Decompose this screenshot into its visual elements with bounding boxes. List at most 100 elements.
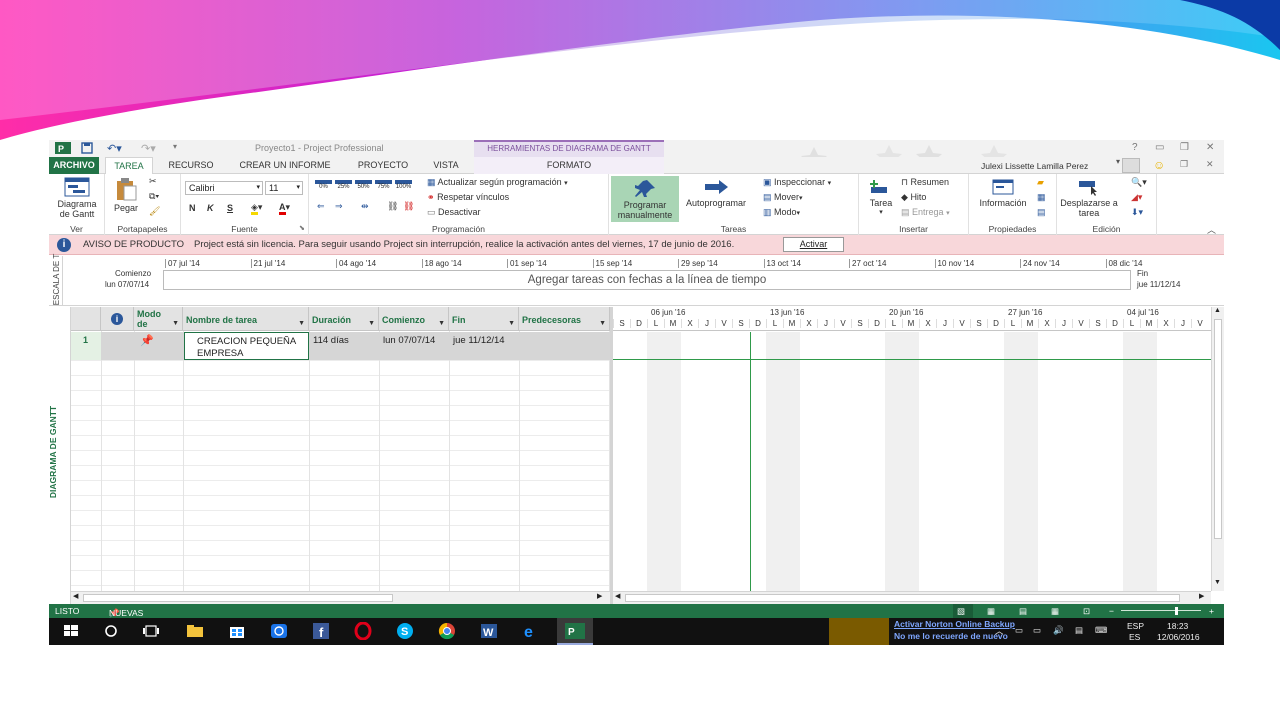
tab-proyecto[interactable]: PROYECTO xyxy=(349,157,417,174)
report-shortcut-icon[interactable]: ⊡ xyxy=(1083,606,1090,617)
avatar[interactable] xyxy=(1122,158,1140,173)
add-to-timeline-icon[interactable]: ▤ xyxy=(1037,207,1046,218)
grid-horizontal-scrollbar[interactable]: ◀ ▶ xyxy=(71,591,610,604)
italic-button[interactable]: K xyxy=(207,203,214,213)
header-comienzo[interactable]: Comienzo ▼ xyxy=(379,307,449,331)
header-predecesoras[interactable]: Predecesoras ▼ xyxy=(519,307,610,331)
clock-date[interactable]: 12/06/2016 xyxy=(1157,632,1200,642)
font-size-select[interactable]: 11 ▾ xyxy=(265,181,303,195)
select-all-cell[interactable] xyxy=(71,307,101,331)
undo-icon[interactable]: ↶▾ xyxy=(107,142,122,155)
gantt-view-button[interactable]: Diagrama de Gantt xyxy=(52,177,102,219)
row-number[interactable]: 1 xyxy=(71,332,101,360)
skype-icon[interactable]: S xyxy=(395,622,415,640)
smiley-icon[interactable]: ☺ xyxy=(1153,158,1165,172)
windows-start-icon[interactable] xyxy=(61,622,81,640)
show-hidden-icons-icon[interactable]: ︿ xyxy=(995,625,1004,637)
vertical-scrollbar[interactable]: ▲ ▼ xyxy=(1211,307,1224,591)
resource-sheet-shortcut-icon[interactable]: ▦ xyxy=(1051,606,1059,617)
filter-dropdown-icon[interactable]: ▼ xyxy=(368,320,375,327)
filter-dropdown-icon[interactable]: ▼ xyxy=(599,320,606,327)
header-fin[interactable]: Fin ▼ xyxy=(449,307,519,331)
word-icon[interactable]: W xyxy=(479,622,499,640)
file-explorer-icon[interactable] xyxy=(185,622,205,640)
gantt-view-shortcut-icon[interactable]: ▧ xyxy=(957,606,965,617)
pct-75-button[interactable]: 75% xyxy=(375,180,392,190)
manual-schedule-button[interactable]: Programar manualmente xyxy=(611,176,679,222)
restore-icon[interactable]: ❐ xyxy=(1180,142,1189,153)
inspect-button[interactable]: ▣ Inspeccionar ▾ xyxy=(763,177,831,188)
grid-scroll-thumb[interactable] xyxy=(83,594,393,602)
deactivate-button[interactable]: ▭ Desactivar xyxy=(427,207,481,218)
team-planner-shortcut-icon[interactable]: ▤ xyxy=(1019,606,1027,617)
auto-schedule-button[interactable]: Autoprogramar xyxy=(679,178,753,208)
filter-dropdown-icon[interactable]: ▼ xyxy=(508,320,515,327)
deliverable-button[interactable]: ▤ Entrega ▾ xyxy=(901,207,950,218)
keyboard-icon[interactable]: ⌨ xyxy=(1095,625,1107,636)
network-icon[interactable]: ▭ xyxy=(1015,625,1023,636)
duration-cell[interactable]: 114 días xyxy=(310,332,379,350)
project-taskbar-button[interactable]: P xyxy=(557,618,593,645)
chrome-icon[interactable] xyxy=(437,622,457,640)
header-info[interactable]: i xyxy=(101,307,134,331)
redo-icon[interactable]: ↷▾ xyxy=(141,142,156,155)
header-modo[interactable]: Modo de ▼ xyxy=(134,307,183,331)
tab-archivo[interactable]: ARCHIVO xyxy=(49,157,99,174)
input-language[interactable]: ESP xyxy=(1127,621,1144,631)
zoom-in-icon[interactable]: + xyxy=(1209,606,1214,616)
timeline-side-tab[interactable]: ESCALA DE T xyxy=(49,254,63,306)
filter-dropdown-icon[interactable]: ▼ xyxy=(298,320,305,327)
clock-time[interactable]: 18:23 xyxy=(1167,621,1188,631)
notes-icon[interactable]: ▰ xyxy=(1037,177,1044,188)
action-center-icon[interactable]: ▤ xyxy=(1075,625,1083,636)
chart-scroll-thumb[interactable] xyxy=(625,594,1180,602)
mode-button[interactable]: ▥ Modo▾ xyxy=(763,207,800,218)
tab-vista[interactable]: VISTA xyxy=(425,157,467,174)
paste-button[interactable]: Pegar xyxy=(110,177,142,213)
facebook-icon[interactable]: f xyxy=(311,622,331,640)
scroll-to-task-button[interactable]: Desplazarse a tarea xyxy=(1059,178,1119,218)
zoom-slider[interactable] xyxy=(1121,610,1201,611)
respect-links-button[interactable]: ⚭ Respetar vínculos xyxy=(427,192,509,203)
scroll-left-icon[interactable]: ◀ xyxy=(73,592,78,600)
timeline-bar[interactable]: Agregar tareas con fechas a la línea de … xyxy=(163,270,1131,290)
milestone-button[interactable]: ◆ Hito xyxy=(901,192,926,203)
save-icon[interactable] xyxy=(81,142,93,157)
cut-icon[interactable]: ✂ xyxy=(149,176,157,187)
zoom-out-icon[interactable]: − xyxy=(1109,606,1114,616)
highlight-color-icon[interactable]: ◈▾ xyxy=(251,202,262,215)
pct-25-button[interactable]: 25% xyxy=(335,180,352,190)
update-schedule-button[interactable]: ▦ Actualizar según programación ▾ xyxy=(427,177,568,188)
filter-dropdown-icon[interactable]: ▼ xyxy=(438,320,445,327)
task-name-cell[interactable]: CREACION PEQUEÑA EMPRESA xyxy=(184,332,309,360)
header-nombre[interactable]: Nombre de tarea ▼ xyxy=(183,307,309,331)
pct-50-button[interactable]: 50% xyxy=(355,180,372,190)
tab-crear-informe[interactable]: CREAR UN INFORME xyxy=(230,157,340,174)
battery-icon[interactable]: ▭ xyxy=(1033,625,1041,636)
predecessors-cell[interactable] xyxy=(520,332,609,338)
photos-icon[interactable] xyxy=(269,622,289,640)
underline-button[interactable]: S xyxy=(227,203,233,213)
chevron-down-icon[interactable]: ▾ xyxy=(1116,157,1120,166)
close-icon[interactable]: ✕ xyxy=(1206,142,1214,153)
norton-notification-dismiss[interactable]: No me lo recuerde de nuevo xyxy=(894,631,1008,641)
scroll-left-icon[interactable]: ◀ xyxy=(615,592,620,600)
vertical-scroll-thumb[interactable] xyxy=(1214,319,1222,539)
unlink-tasks-icon[interactable]: ⛓ xyxy=(403,201,414,212)
tab-formato[interactable]: FORMATO xyxy=(474,157,664,174)
font-color-icon[interactable]: A▾ xyxy=(279,202,290,215)
pct-0-button[interactable]: 0% xyxy=(315,180,332,190)
volume-icon[interactable]: 🔊 xyxy=(1053,625,1064,636)
input-language-short[interactable]: ES xyxy=(1129,632,1140,642)
close-doc-icon[interactable]: ✕ xyxy=(1206,159,1214,170)
font-family-select[interactable]: Calibri ▾ xyxy=(185,181,263,195)
bold-button[interactable]: N xyxy=(189,203,196,213)
view-side-tab[interactable]: DIAGRAMA DE GANTT xyxy=(49,307,71,604)
format-painter-icon[interactable]: 🖌 xyxy=(149,206,160,217)
chart-horizontal-scrollbar[interactable]: ◀ ▶ xyxy=(613,591,1211,604)
help-icon[interactable]: ? xyxy=(1132,142,1138,153)
filter-dropdown-icon[interactable]: ▼ xyxy=(172,320,179,327)
pct-100-button[interactable]: 100% xyxy=(395,180,412,190)
task-mode-cell[interactable]: 📌 xyxy=(137,332,183,351)
norton-notification-icon[interactable] xyxy=(829,618,889,645)
